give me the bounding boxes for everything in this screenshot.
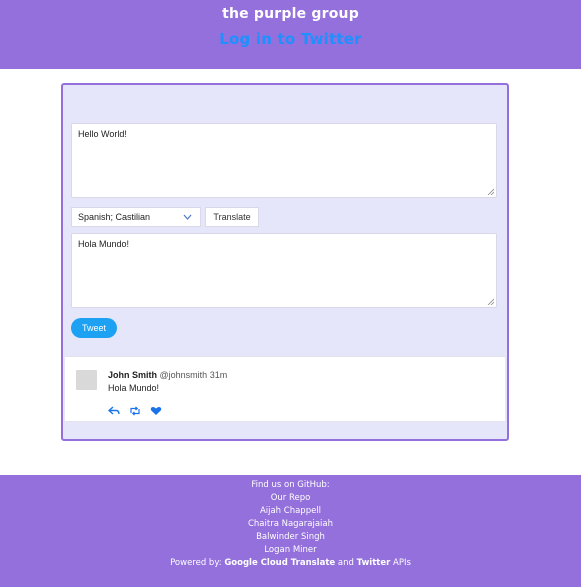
language-select[interactable]: Spanish; Castilian xyxy=(71,207,201,227)
reply-icon[interactable] xyxy=(107,401,120,415)
resize-handle-icon[interactable] xyxy=(487,188,494,195)
tweet-author-handle: @johnsmith xyxy=(159,370,208,380)
language-select-value: Spanish; Castilian xyxy=(78,212,151,222)
translate-button[interactable]: Translate xyxy=(205,207,259,227)
chevron-down-icon xyxy=(183,214,192,220)
login-twitter-link[interactable]: Log in to Twitter xyxy=(0,30,581,48)
like-icon[interactable] xyxy=(150,401,162,415)
footer-link-aijah[interactable]: Aijah Chappell xyxy=(260,506,321,516)
footer-link-chaitra[interactable]: Chaitra Nagarajaiah xyxy=(248,519,333,529)
avatar xyxy=(76,370,97,390)
site-header: the purple group Log in to Twitter xyxy=(0,0,581,69)
footer-link-logan[interactable]: Logan Miner xyxy=(264,545,316,555)
footer-link-balwinder[interactable]: Balwinder Singh xyxy=(256,532,325,542)
footer-link-repo[interactable]: Our Repo xyxy=(271,493,311,503)
retweet-icon[interactable] xyxy=(129,401,141,416)
source-text-value: Hello World! xyxy=(78,129,127,139)
tweet-author-name: John Smith xyxy=(108,370,157,380)
footer-find-us: Find us on GitHub: xyxy=(251,480,330,490)
translated-text-value: Hola Mundo! xyxy=(78,239,130,249)
tweet-button[interactable]: Tweet xyxy=(71,318,117,338)
powered-prefix: Powered by: xyxy=(170,558,222,568)
tweet-actions xyxy=(107,401,166,416)
footer-powered-by: Powered by: Google Cloud Translate and T… xyxy=(0,557,581,570)
tweet-header: John Smith @johnsmith 31m xyxy=(108,370,227,380)
tweet-time: 31m xyxy=(209,370,228,380)
translator-panel: Hello World! Spanish; Castilian Translat… xyxy=(61,83,509,441)
brand-title: the purple group xyxy=(222,6,359,22)
powered-google: Google Cloud Translate xyxy=(224,558,336,568)
powered-and: and xyxy=(337,558,354,568)
tweet-card: John Smith @johnsmith 31m Hola Mundo! xyxy=(65,356,505,422)
translated-text-input[interactable]: Hola Mundo! xyxy=(71,233,497,308)
site-footer: Find us on GitHub: Our Repo Aijah Chappe… xyxy=(0,475,581,587)
powered-twitter: Twitter xyxy=(356,558,391,568)
tweet-text: Hola Mundo! xyxy=(108,383,160,393)
source-text-input[interactable]: Hello World! xyxy=(71,123,497,198)
resize-handle-icon[interactable] xyxy=(487,298,494,305)
powered-suffix: APIs xyxy=(393,558,411,568)
